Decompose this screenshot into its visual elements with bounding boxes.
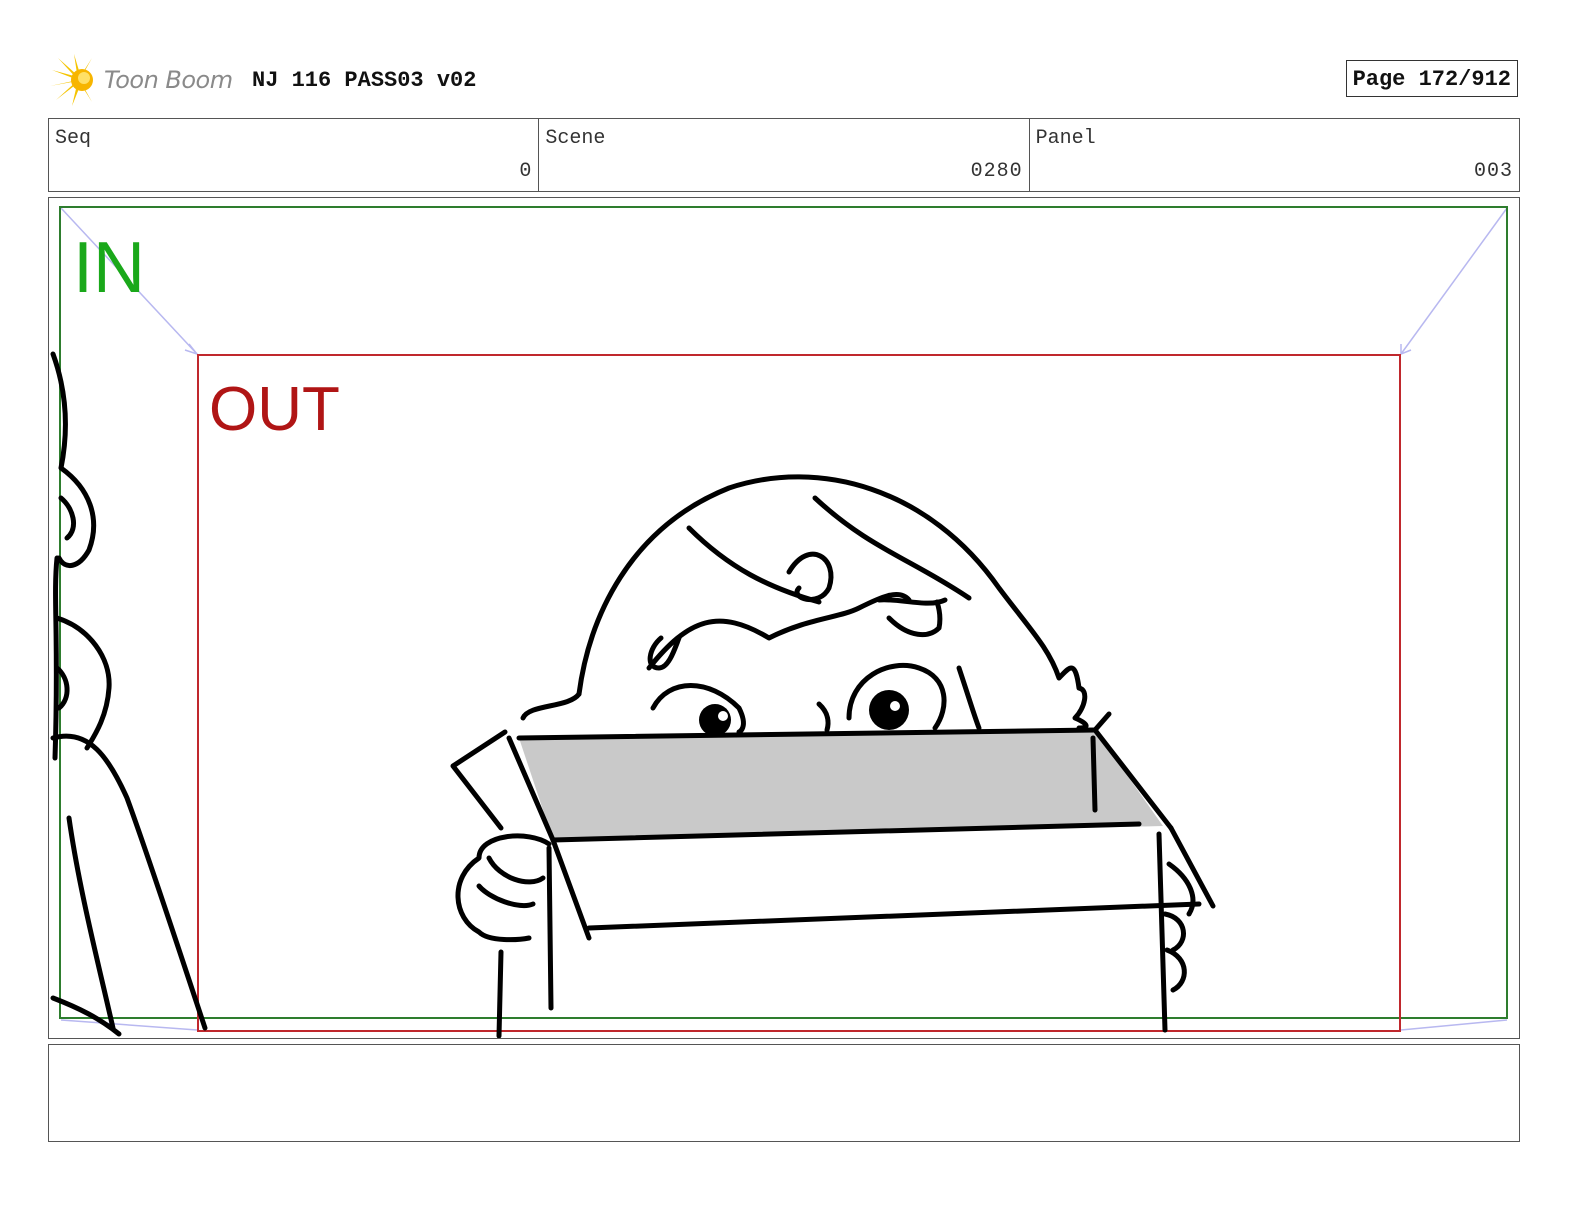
logo-text: Toon Boom xyxy=(104,66,233,94)
project-title: NJ 116 PASS03 v02 xyxy=(252,68,477,93)
toon-boom-logo: Toon Boom xyxy=(48,52,248,108)
panel-cell: Panel 003 xyxy=(1030,119,1519,191)
cardboard-box-sketch xyxy=(450,711,1216,1038)
scene-cell: Scene 0280 xyxy=(539,119,1030,191)
in-frame xyxy=(59,206,1508,1019)
seq-value: 0 xyxy=(519,160,533,183)
action-notes-box xyxy=(48,1044,1520,1142)
camera-move-arrows xyxy=(60,207,1508,1031)
left-eye-highlight xyxy=(718,711,728,721)
panel-drawing: IN OUT xyxy=(50,206,1508,1038)
page-number: Page 172/912 xyxy=(1345,60,1518,97)
panel-value: 003 xyxy=(1473,160,1513,183)
seq-cell: Seq 0 xyxy=(49,119,540,191)
right-pupil xyxy=(869,690,909,730)
hands-sketch xyxy=(455,833,1196,993)
panel-info-row: Seq 0 Scene 0280 Panel 003 xyxy=(48,118,1520,192)
storyboard-panel: IN OUT xyxy=(48,197,1520,1039)
storyboard-header: Toon Boom NJ 116 PASS03 v02 Page 172/912 xyxy=(48,52,1520,108)
out-label: OUT xyxy=(209,375,340,444)
panel-label: Panel xyxy=(1035,127,1096,150)
left-pupil xyxy=(699,704,731,736)
right-eye-highlight xyxy=(890,701,900,711)
sun-burst-icon xyxy=(50,54,93,106)
out-frame xyxy=(197,354,1401,1032)
scene-value: 0280 xyxy=(970,160,1023,183)
character-head-sketch xyxy=(520,474,1089,735)
scene-label: Scene xyxy=(545,127,606,150)
seq-label: Seq xyxy=(55,127,92,150)
in-label: IN xyxy=(73,228,145,308)
foreground-character-sketch xyxy=(50,351,208,1037)
